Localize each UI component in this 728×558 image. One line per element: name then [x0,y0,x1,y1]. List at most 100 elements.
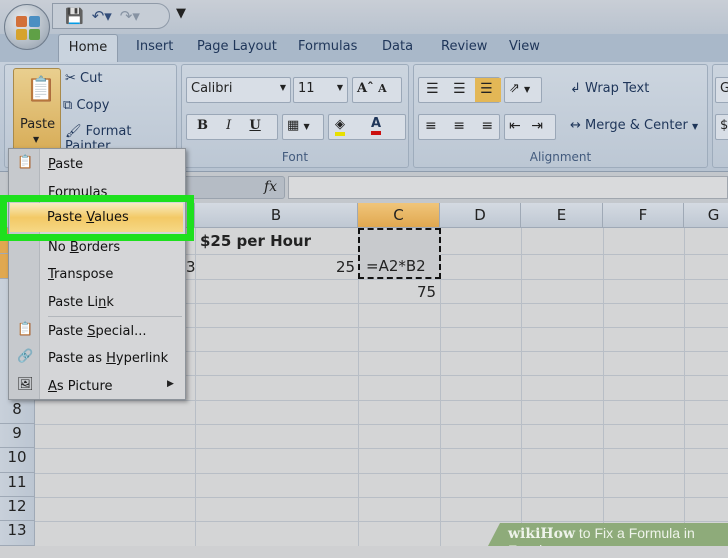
column-header-c[interactable]: C [358,203,440,228]
tab-formulas[interactable]: Formulas [298,39,357,54]
align-middle-icon[interactable]: ☰ [453,81,466,97]
grow-font-icon[interactable]: A [357,81,367,96]
indent-buttons: ⇤ ⇥ [504,114,556,140]
wrap-text-button[interactable]: ↲ Wrap Text [570,81,649,96]
number-group: G $ [712,64,728,168]
font-size-value: 11 [298,81,315,96]
decrease-indent-icon[interactable]: ⇤ [509,118,521,134]
wrap-text-icon: ↲ [570,81,581,96]
number-format-select[interactable]: G [715,77,728,103]
cut-label: Cut [80,71,103,86]
font-group-label: Font [281,150,309,164]
paste-hyperlink-icon: 🔗 [17,349,34,364]
vertical-align-buttons: ☰ ☰ ☰ [418,77,501,103]
menu-item-paste-as-hyperlink[interactable]: Paste as Hyperlink [48,351,168,366]
row-header[interactable]: 11 [0,473,35,497]
submenu-arrow-icon: ▶ [167,379,174,389]
font-color-icon[interactable]: A [371,116,382,135]
bold-button[interactable]: B [197,118,208,133]
column-header-g[interactable]: G [684,203,728,228]
cell-b2[interactable]: 25 [336,258,355,276]
row-header[interactable]: 8 [0,400,35,424]
redo-icon[interactable]: ↷▾ [120,7,140,25]
copy-button[interactable]: ⧉ Copy [63,98,109,113]
currency-button[interactable]: $ [715,114,728,140]
font-group: Calibri ▼ 11 ▼ Aˆ A B I U ▦ ▼ ◈ A Font [181,64,409,168]
increase-indent-icon[interactable]: ⇥ [531,118,543,134]
formula-input[interactable] [288,176,728,199]
align-left-icon[interactable]: ≡ [425,118,437,134]
alignment-group-label: Alignment [529,150,592,164]
gridline [35,497,728,498]
align-right-icon[interactable]: ≡ [481,118,493,134]
wikihow-watermark: wikiHow to Fix a Formula in Excel [488,523,728,546]
copy-label: Copy [76,98,110,113]
gridline [35,448,728,449]
clipboard-icon: 📋 [26,75,56,103]
office-logo-icon [29,16,40,27]
tab-data[interactable]: Data [382,39,413,54]
tab-home[interactable]: Home [58,34,118,62]
chevron-down-icon: ▼ [336,83,343,92]
column-header-b[interactable]: B [195,203,358,228]
save-icon[interactable]: 💾 [65,7,84,25]
underline-button[interactable]: U [249,118,260,133]
tab-insert[interactable]: Insert [136,39,173,54]
row-header[interactable]: 9 [0,424,35,448]
row-header[interactable]: 10 [0,448,35,473]
cell-a2[interactable]: 3 [186,258,196,276]
office-logo-icon [29,29,40,40]
office-button[interactable] [4,4,50,50]
paste-icon: 📋 [17,155,34,170]
align-bottom-icon[interactable]: ☰ [475,78,501,102]
row-header[interactable]: 12 [0,497,35,521]
menu-item-as-picture[interactable]: As Picture [48,379,113,394]
menu-item-paste-special[interactable]: Paste Special... [48,324,146,339]
paste-button[interactable]: 📋 Paste ▼ [13,68,61,156]
gridline [35,521,728,522]
cell-c2[interactable]: =A2*B2 [366,257,426,275]
gridline [35,473,728,474]
italic-button[interactable]: I [226,118,231,133]
cell-b1[interactable]: $25 per Hour [200,232,311,250]
insert-function-icon[interactable]: fx [264,179,277,195]
font-size-select[interactable]: 11 ▼ [293,77,348,103]
formula-bar-buttons: fx [185,176,285,199]
gridline [35,424,728,425]
menu-separator [48,316,182,317]
column-header-f[interactable]: F [603,203,684,228]
font-name-select[interactable]: Calibri ▼ [186,77,291,103]
customize-icon[interactable]: ▼ [176,6,186,21]
menu-item-paste-link[interactable]: Paste Link [48,295,114,310]
column-header-d[interactable]: D [440,203,521,228]
shrink-font-icon[interactable]: A [378,82,387,95]
gridline [521,228,522,546]
cell-c3[interactable]: 75 [417,283,436,301]
quick-access-toolbar: 💾 ↶▾ ↷▾ [52,3,170,29]
merge-center-label: Merge & Center [585,118,688,133]
row-header[interactable]: 13 [0,521,35,546]
menu-item-no-borders[interactable]: No Borders [48,240,120,255]
chevron-down-icon: ▼ [33,135,40,144]
grow-shrink-font[interactable]: Aˆ A [352,77,402,103]
fill-color-icon[interactable]: ◈ [335,117,345,136]
tab-view[interactable]: View [509,39,540,54]
orientation-button[interactable]: ⇗ ▼ [504,77,542,103]
undo-icon[interactable]: ↶▾ [92,7,112,25]
merge-center-button[interactable]: ↔ Merge & Center ▼ [570,118,698,133]
tab-review[interactable]: Review [441,39,487,54]
merge-icon: ↔ [570,118,581,133]
align-top-icon[interactable]: ☰ [426,81,439,97]
menu-item-paste[interactable]: Paste [48,157,83,172]
brush-icon: 🖌 [65,124,82,139]
picture-icon: 🖼 [17,377,34,392]
cut-button[interactable]: ✂ Cut [65,71,102,86]
menu-item-transpose[interactable]: Transpose [48,267,113,282]
column-header-e[interactable]: E [521,203,603,228]
gridline [684,228,685,546]
tab-page-layout[interactable]: Page Layout [197,39,277,54]
borders-button[interactable]: ▦ ▼ [282,114,324,140]
align-center-icon[interactable]: ≡ [453,118,465,134]
paste-label: Paste [20,117,56,132]
font-name-value: Calibri [191,81,233,96]
